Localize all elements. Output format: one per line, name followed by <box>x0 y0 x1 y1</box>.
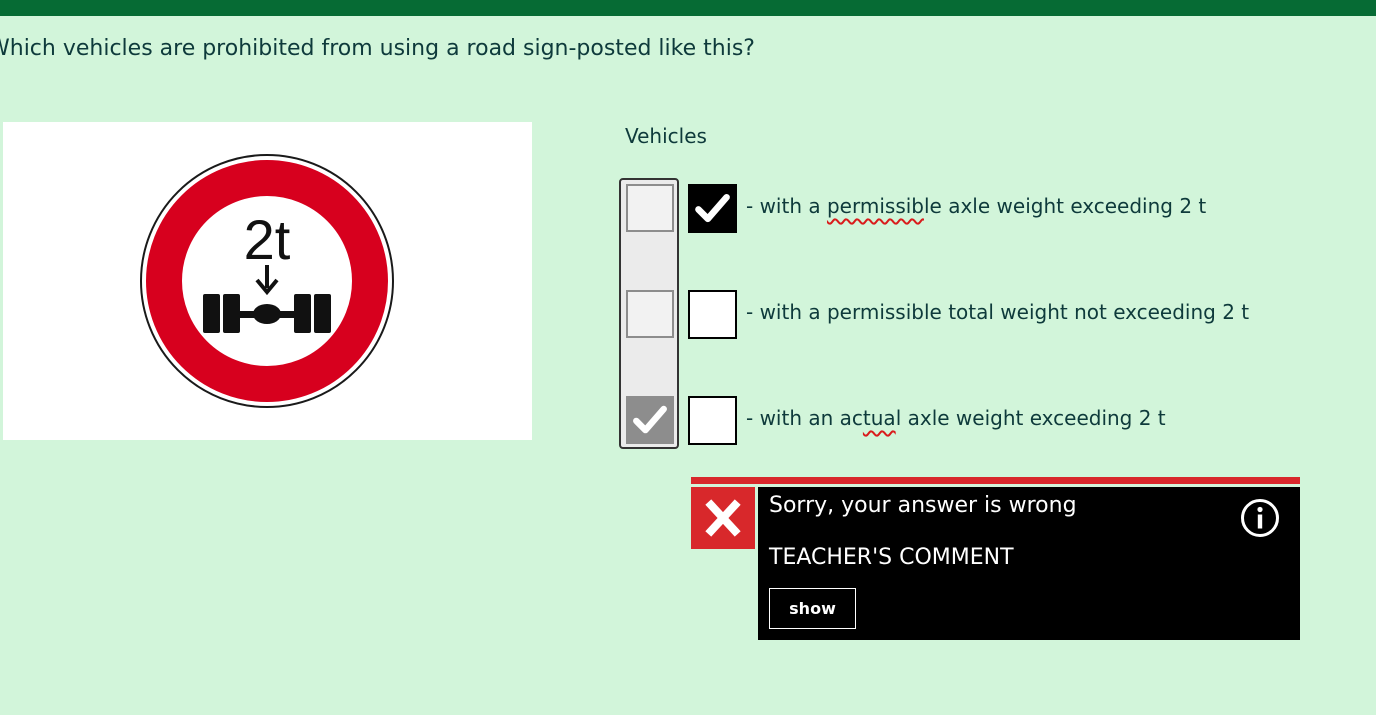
feedback-panel: Sorry, your answer is wrong TEACHER'S CO… <box>758 487 1300 640</box>
correct-answer-box-2 <box>626 290 674 338</box>
info-icon[interactable] <box>1240 498 1280 538</box>
top-bar <box>0 0 1376 16</box>
option-1-post: le axle weight exceeding 2 t <box>924 194 1207 218</box>
option-3-post: l axle weight exceeding 2 t <box>895 406 1166 430</box>
option-text-2: - with a permissible total weight not ex… <box>746 300 1250 324</box>
feedback-error-line <box>691 477 1300 484</box>
show-comment-button[interactable]: show <box>769 588 856 629</box>
teacher-comment-heading: TEACHER'S COMMENT <box>769 545 1014 570</box>
spelling-mark: tua <box>862 406 896 430</box>
option-text-1: - with a permissible axle weight exceedi… <box>746 194 1206 218</box>
close-x-icon <box>691 487 755 549</box>
checkmark-icon <box>695 193 730 223</box>
checkmark-icon <box>633 405 667 434</box>
answer-checkbox-1[interactable] <box>688 184 737 233</box>
question-text: Which vehicles are prohibited from using… <box>0 36 755 61</box>
option-3-pre: - with an ac <box>746 406 863 430</box>
sign-weight-text: 2t <box>244 208 291 271</box>
correct-answer-box-3 <box>626 396 674 444</box>
spelling-mark: permissib <box>826 194 924 218</box>
option-text-3: - with an actual axle weight exceeding 2… <box>746 406 1166 430</box>
option-1-pre: - with a <box>746 194 827 218</box>
feedback-title: Sorry, your answer is wrong <box>769 493 1077 518</box>
axle-weight-limit-sign-icon: 2t <box>140 154 394 408</box>
sign-image-panel: 2t <box>3 122 532 440</box>
answer-checkbox-3[interactable] <box>688 396 737 445</box>
correct-answer-box-1 <box>626 184 674 232</box>
vehicles-label: Vehicles <box>625 124 707 148</box>
answer-checkbox-2[interactable] <box>688 290 737 339</box>
